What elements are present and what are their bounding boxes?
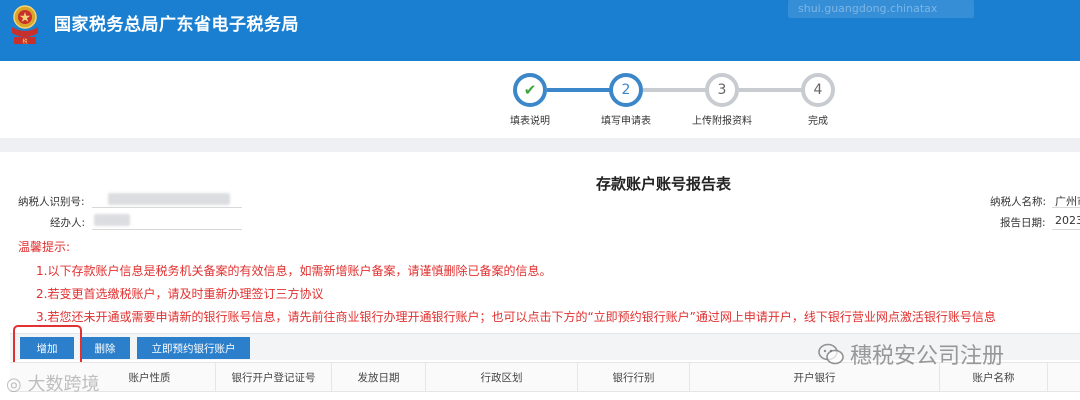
taxpayer-id-label: 纳税人识别号:	[18, 196, 85, 208]
agent-value-redacted	[94, 214, 130, 226]
agent-label: 经办人:	[50, 217, 86, 229]
svg-text:税: 税	[22, 38, 27, 45]
step-connector-1	[547, 88, 611, 92]
taxpayer-name-label: 纳税人名称:	[990, 196, 1047, 208]
delete-button[interactable]: 删除	[80, 337, 130, 359]
report-date-value: 2023	[1055, 214, 1080, 227]
col-admin-region[interactable]: 行政区划	[426, 362, 578, 392]
watermark-logo-icon: ◎	[6, 374, 22, 395]
step-connector-3	[739, 88, 803, 92]
checkmark-icon: ✔	[523, 81, 537, 99]
step-4-circle: 4	[801, 73, 835, 107]
site-header: 税 国家税务总局广东省电子税务局 shui.guangdong.chinatax	[0, 0, 1080, 61]
taxpayer-id-value-redacted	[108, 193, 230, 205]
section-divider	[0, 138, 1080, 152]
step-2-circle: 2	[609, 73, 643, 107]
step-1-circle: ✔	[513, 73, 547, 107]
page-root: 税 国家税务总局广东省电子税务局 shui.guangdong.chinatax…	[0, 0, 1080, 400]
site-title: 国家税务总局广东省电子税务局	[54, 15, 299, 35]
step-3-circle: 3	[705, 73, 739, 107]
step-3-label: 上传附报资料	[692, 116, 752, 127]
col-bank-category[interactable]: 银行行别	[578, 362, 690, 392]
form-title: 存款账户账号报告表	[596, 175, 732, 193]
notice-title: 温馨提示:	[18, 240, 71, 254]
col-issue-date[interactable]: 发放日期	[332, 362, 426, 392]
wechat-icon	[818, 343, 844, 365]
notice-item-1: 1.以下存款账户信息是税务机关备案的有效信息，如需新增账户备案，请谨慎删除已备案…	[36, 264, 552, 278]
progress-stepper: ✔ 2 3 4 填表说明 填写申请表 上传附报资料 完成	[0, 61, 1080, 138]
report-date-label: 报告日期:	[1000, 217, 1046, 229]
watermark-left: ◎ 大数跨境	[6, 374, 100, 395]
step-4-label: 完成	[808, 116, 828, 127]
col-account-type[interactable]: 账户性质	[84, 362, 216, 392]
notice-item-3: 3.若您还未开通或需要申请新的银行账号信息，请先前往商业银行办理开通银行账户；也…	[36, 310, 996, 324]
taxpayer-id-underline	[92, 207, 242, 208]
taxpayer-name-underline	[1052, 207, 1080, 208]
step-1-label: 填表说明	[510, 116, 550, 127]
tax-emblem-icon: 税	[12, 5, 38, 45]
reserve-bank-account-button[interactable]: 立即预约银行账户	[137, 337, 250, 359]
agent-underline	[92, 229, 242, 230]
col-bank-registration-no[interactable]: 银行开户登记证号	[216, 362, 332, 392]
add-button-highlight-box	[13, 325, 82, 367]
watermark-right: 穗税安公司注册	[818, 338, 1004, 370]
step-2-label: 填写申请表	[601, 116, 651, 127]
step-connector-2	[643, 88, 707, 92]
header-search-box[interactable]: shui.guangdong.chinatax	[788, 0, 974, 18]
notice-item-2: 2.若变更首选缴税账户，请及时重新办理签订三方协议	[36, 287, 324, 301]
report-date-underline	[1052, 229, 1080, 230]
